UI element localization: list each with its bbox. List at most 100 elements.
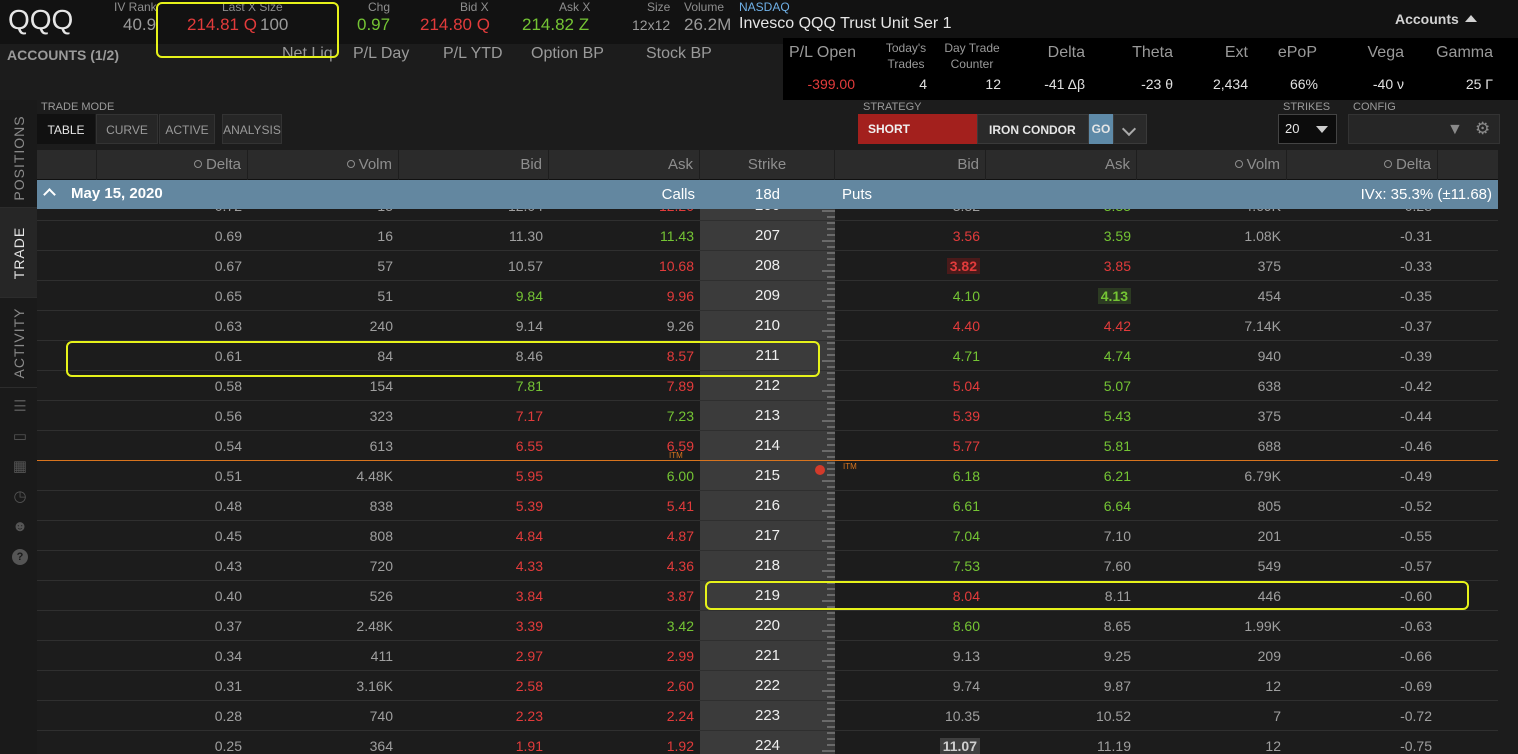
table-row[interactable]: 0.34 411 2.97 2.99 9.13 9.25 209 -0.66 221 — [37, 641, 1498, 671]
strategy-type-select[interactable]: IRON CONDOR — [977, 114, 1089, 144]
call-ask-cell[interactable]: 9.96 — [549, 281, 700, 311]
strike-value[interactable]: 220 — [700, 611, 835, 641]
call-bid-cell[interactable]: 9.84 — [399, 281, 549, 311]
tab-activity[interactable]: ACTIVITY — [0, 298, 37, 388]
table-row[interactable]: 0.58 154 7.81 7.89 5.04 5.07 638 -0.42 212 — [37, 371, 1498, 401]
put-bid-cell[interactable]: 7.53 — [835, 551, 986, 581]
tab-positions[interactable]: POSITIONS — [0, 108, 37, 208]
tv-icon[interactable]: ▭ — [12, 429, 28, 445]
call-bid-cell[interactable]: 2.97 — [399, 641, 549, 671]
put-bid-cell[interactable]: 6.18 — [835, 461, 986, 491]
call-bid-cell[interactable]: 2.58 — [399, 671, 549, 701]
chevron-up-icon[interactable] — [43, 188, 56, 201]
put-ask-cell[interactable]: 3.35 — [986, 209, 1137, 221]
put-ask-cell[interactable]: 8.65 — [986, 611, 1137, 641]
put-ask-cell[interactable]: 10.52 — [986, 701, 1137, 731]
put-ask-cell[interactable]: 9.87 — [986, 671, 1137, 701]
call-ask-cell[interactable]: 5.41 — [549, 491, 700, 521]
table-row[interactable]: 0.40 526 3.84 3.87 8.04 8.11 446 -0.60 219 — [37, 581, 1498, 611]
call-bid-cell[interactable]: 12.04 — [399, 209, 549, 221]
table-row[interactable]: 0.65 51 9.84 9.96 4.10 4.13 454 -0.35 209 — [37, 281, 1498, 311]
strike-value[interactable]: 214 — [700, 431, 835, 461]
put-ask-cell[interactable]: 5.07 — [986, 371, 1137, 401]
call-bid-cell[interactable]: 7.81 — [399, 371, 549, 401]
header-strike[interactable]: Strike — [700, 150, 835, 180]
put-ask-cell[interactable]: 4.13 — [986, 281, 1137, 311]
strike-value[interactable]: 218 — [700, 551, 835, 581]
put-bid-cell[interactable]: 8.60 — [835, 611, 986, 641]
strike-value[interactable]: 221 — [700, 641, 835, 671]
strike-value[interactable]: 223 — [700, 701, 835, 731]
table-row[interactable]: 0.69 16 11.30 11.43 3.56 3.59 1.08K -0.31 207 — [37, 221, 1498, 251]
table-row[interactable]: 0.63 240 9.14 9.26 4.40 4.42 7.14K -0.37 210 — [37, 311, 1498, 341]
table-row[interactable]: 0.43 720 4.33 4.36 7.53 7.60 549 -0.57 218 — [37, 551, 1498, 581]
put-bid-cell[interactable]: 4.40 — [835, 311, 986, 341]
put-ask-cell[interactable]: 6.64 — [986, 491, 1137, 521]
call-bid-cell[interactable]: 5.39 — [399, 491, 549, 521]
calendar-icon[interactable]: ▦ — [12, 459, 28, 475]
strikes-select[interactable]: 20 — [1278, 114, 1337, 144]
gear-icon[interactable]: ⚙ — [1475, 119, 1490, 139]
call-bid-cell[interactable]: 6.55 — [399, 431, 549, 461]
strategy-direction-button[interactable]: SHORT — [858, 114, 977, 144]
call-bid-cell[interactable]: 4.33 — [399, 551, 549, 581]
strike-value[interactable]: 215 — [700, 461, 835, 491]
put-bid-cell[interactable]: 8.04 — [835, 581, 986, 611]
help-icon[interactable]: ? — [12, 549, 28, 565]
header-put-volm[interactable]: Volm — [1137, 150, 1287, 180]
strike-value[interactable]: 222 — [700, 671, 835, 701]
call-ask-cell[interactable]: 6.00 — [549, 461, 700, 491]
call-bid-cell[interactable]: 7.17 — [399, 401, 549, 431]
call-bid-cell[interactable]: 1.91 — [399, 731, 549, 754]
table-row[interactable]: 0.72 15 12.04 12.20 3.32 3.35 4.69K -0.28 206 — [37, 209, 1498, 221]
put-bid-cell[interactable]: 3.32 — [835, 209, 986, 221]
put-bid-cell[interactable]: 10.35 — [835, 701, 986, 731]
strike-value[interactable]: 209 — [700, 281, 835, 311]
put-bid-cell[interactable]: 4.71 — [835, 341, 986, 371]
scrollbar[interactable] — [1498, 150, 1518, 754]
strike-value[interactable]: 211 — [700, 341, 835, 371]
call-ask-cell[interactable]: 12.20 — [549, 209, 700, 221]
strike-value[interactable]: 217 — [700, 521, 835, 551]
strike-value[interactable]: 208 — [700, 251, 835, 281]
table-row[interactable]: 0.31 3.16K 2.58 2.60 9.74 9.87 12 -0.69 222 — [37, 671, 1498, 701]
table-row[interactable]: 0.48 838 5.39 5.41 6.61 6.64 805 -0.52 216 — [37, 491, 1498, 521]
call-ask-cell[interactable]: 2.60 — [549, 671, 700, 701]
put-bid-cell[interactable]: 9.74 — [835, 671, 986, 701]
call-bid-cell[interactable]: 5.95 — [399, 461, 549, 491]
call-bid-cell[interactable]: 9.14 — [399, 311, 549, 341]
put-bid-cell[interactable]: 3.56 — [835, 221, 986, 251]
header-put-ask[interactable]: Ask — [986, 150, 1137, 180]
call-ask-cell[interactable]: 9.26 — [549, 311, 700, 341]
put-bid-cell[interactable]: 5.39 — [835, 401, 986, 431]
put-bid-cell[interactable]: 6.61 — [835, 491, 986, 521]
call-ask-cell[interactable]: 7.23 — [549, 401, 700, 431]
call-ask-cell[interactable]: 3.42 — [549, 611, 700, 641]
call-bid-cell[interactable]: 8.46 — [399, 341, 549, 371]
header-put-bid[interactable]: Bid — [835, 150, 986, 180]
people-icon[interactable]: ☻ — [12, 519, 28, 535]
symbol[interactable]: QQQ — [8, 4, 73, 36]
call-ask-cell[interactable]: 1.92 — [549, 731, 700, 754]
list-icon[interactable]: ☰ — [12, 399, 28, 415]
put-ask-cell[interactable]: 6.21 — [986, 461, 1137, 491]
header-call-ask[interactable]: Ask — [549, 150, 700, 180]
put-ask-cell[interactable]: 3.59 — [986, 221, 1137, 251]
call-ask-cell[interactable]: 2.99 — [549, 641, 700, 671]
put-ask-cell[interactable]: 8.11 — [986, 581, 1137, 611]
strategy-dropdown[interactable] — [1113, 114, 1147, 144]
put-ask-cell[interactable]: 5.81 — [986, 431, 1137, 461]
call-ask-cell[interactable]: 7.89 — [549, 371, 700, 401]
tab-analysis[interactable]: ANALYSIS — [222, 114, 282, 144]
put-ask-cell[interactable]: 4.42 — [986, 311, 1137, 341]
call-ask-cell[interactable]: 2.24 — [549, 701, 700, 731]
put-bid-cell[interactable]: 5.77 — [835, 431, 986, 461]
table-row[interactable]: 0.37 2.48K 3.39 3.42 8.60 8.65 1.99K -0.63 220 — [37, 611, 1498, 641]
accounts-toggle[interactable]: Accounts — [1395, 11, 1477, 27]
put-ask-cell[interactable]: 7.60 — [986, 551, 1137, 581]
tab-active[interactable]: ACTIVE — [159, 114, 215, 144]
call-ask-cell[interactable]: 4.87 — [549, 521, 700, 551]
table-row[interactable]: 0.25 364 1.91 1.92 11.07 11.19 12 -0.75 224 — [37, 731, 1498, 754]
put-ask-cell[interactable]: 3.85 — [986, 251, 1137, 281]
header-call-bid[interactable]: Bid — [399, 150, 549, 180]
